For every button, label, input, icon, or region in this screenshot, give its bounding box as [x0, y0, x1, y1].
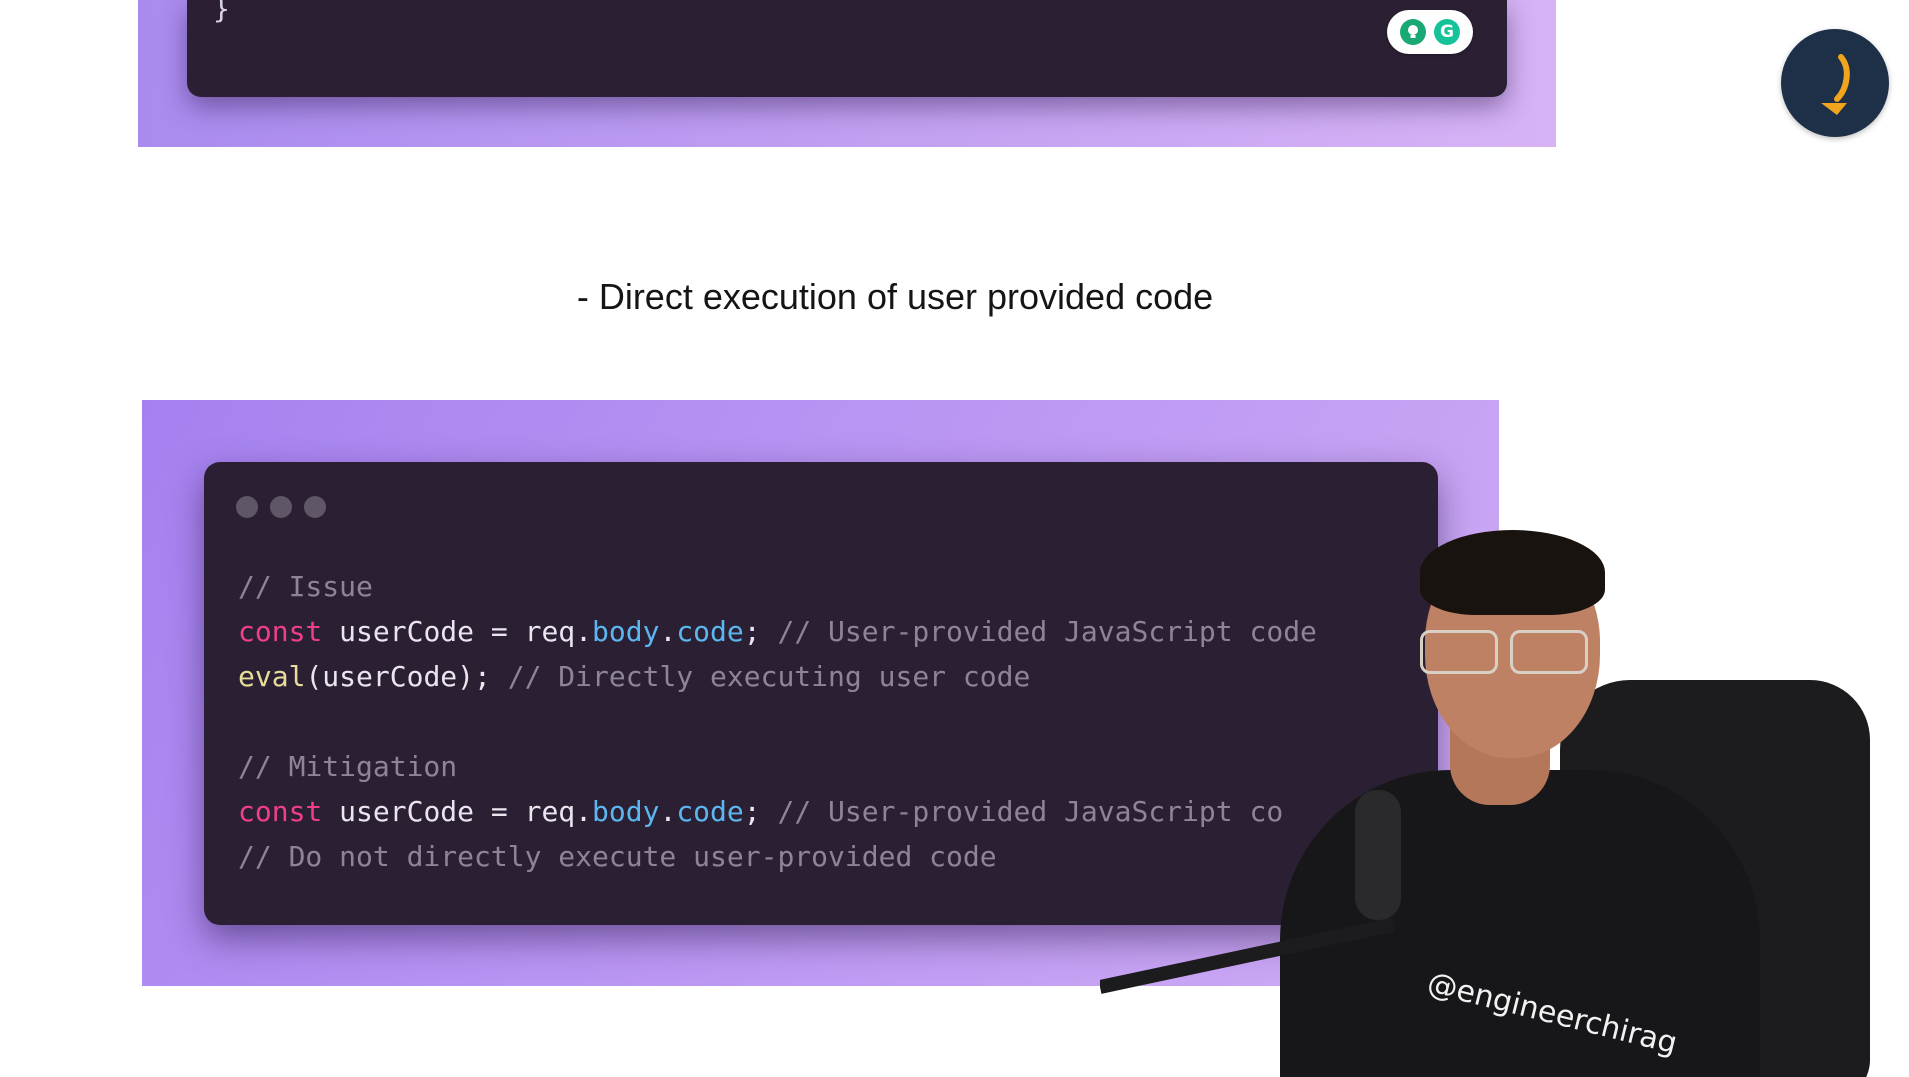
code-token-comment: // Do not directly execute user-provided… — [238, 840, 997, 873]
grammarly-icon[interactable]: G — [1434, 19, 1460, 45]
top-code-window: } G — [187, 0, 1507, 97]
channel-logo — [1781, 29, 1889, 137]
code-token-prop: body — [592, 795, 660, 828]
presenter-torso — [1280, 770, 1760, 1077]
code-token-prop: body — [592, 615, 660, 648]
window-controls — [236, 496, 326, 518]
window-dot-icon — [236, 496, 258, 518]
code-token-comment: // Directly executing user code — [507, 660, 1031, 693]
presenter-hair — [1420, 530, 1605, 615]
code-token-ident: userCode = req. — [322, 795, 593, 828]
code-token-prop: code — [676, 795, 744, 828]
code-token-ident: ; — [743, 795, 778, 828]
code-closing-brace: } — [213, 0, 230, 25]
code-token-prop: code — [676, 615, 744, 648]
code-token-keyword: const — [238, 615, 323, 648]
presenter-glasses — [1420, 630, 1605, 676]
code-token-ident: (userCode); — [305, 660, 508, 693]
code-token-keyword: const — [238, 795, 323, 828]
channel-logo-icon — [1821, 54, 1850, 115]
browser-extension-pill[interactable]: G — [1387, 10, 1473, 54]
code-token-func: eval — [238, 660, 306, 693]
code-token-comment: // Issue — [238, 570, 373, 603]
microphone-icon — [1355, 790, 1401, 920]
code-token-ident: userCode = req. — [322, 615, 593, 648]
code-token-ident: ; — [743, 615, 778, 648]
window-dot-icon — [304, 496, 326, 518]
webcam-overlay: @engineerchirag — [1100, 525, 1909, 1077]
code-token-ident: . — [659, 795, 677, 828]
top-code-panel: } G — [138, 0, 1556, 147]
code-token-ident: . — [659, 615, 677, 648]
slide-heading: - Direct execution of user provided code — [576, 276, 1214, 317]
lightbulb-icon[interactable] — [1400, 19, 1426, 45]
window-dot-icon — [270, 496, 292, 518]
code-token-comment: // Mitigation — [238, 750, 458, 783]
